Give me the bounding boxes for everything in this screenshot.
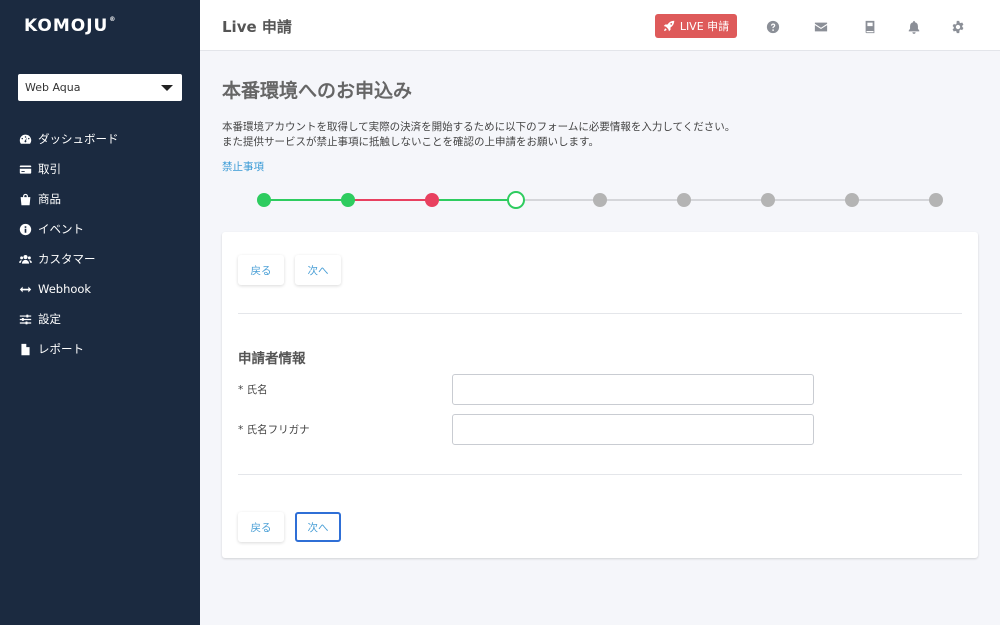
credit-card-icon <box>19 163 32 176</box>
help-icon[interactable] <box>766 19 780 34</box>
sidebar-item-dashboard[interactable]: ダッシュボード <box>0 124 200 154</box>
stepper-step-8 <box>845 193 859 207</box>
form-card: 戻る 次へ 申請者情報 * 氏名 * 氏名フリガナ 戻る 次へ <box>222 232 978 558</box>
sidebar-item-label: ダッシュボード <box>38 132 119 146</box>
sidebar-item-events[interactable]: イベント <box>0 214 200 244</box>
mail-icon[interactable] <box>814 19 828 33</box>
page-description: 本番環境アカウントを取得して実際の決済を開始するために以下のフォームに必要情報を… <box>222 120 735 150</box>
sidebar-item-label: イベント <box>38 222 84 236</box>
sidebar-item-label: レポート <box>38 342 84 356</box>
info-icon <box>19 223 32 236</box>
prohibited-items-link[interactable]: 禁止事項 <box>222 159 264 174</box>
komoju-logo[interactable]: KOMOJU® <box>24 16 116 36</box>
bell-icon[interactable] <box>907 19 921 34</box>
account-select-value: Web Aqua <box>25 81 81 94</box>
page-title: 本番環境へのお申込み <box>222 80 413 102</box>
sidebar: KOMOJU® Web Aqua ダッシュボード 取引 商品 イベント カスタマ… <box>0 0 200 625</box>
live-apply-label: LIVE 申請 <box>679 20 730 33</box>
sidebar-item-label: 取引 <box>38 162 61 176</box>
name-input[interactable] <box>452 374 814 405</box>
section-title: 申請者情報 <box>238 351 306 367</box>
divider-top <box>238 313 962 314</box>
stepper-step-7 <box>761 193 775 207</box>
stepper-line <box>432 199 516 201</box>
next-button-top[interactable]: 次へ <box>295 255 341 285</box>
field-label-name: * 氏名 <box>238 384 268 396</box>
field-label-furigana: * 氏名フリガナ <box>238 424 310 436</box>
furigana-input[interactable] <box>452 414 814 445</box>
back-button-top[interactable]: 戻る <box>238 255 284 285</box>
sidebar-item-label: Webhook <box>38 282 92 296</box>
sidebar-item-label: 商品 <box>38 192 61 206</box>
sidebar-item-transactions[interactable]: 取引 <box>0 154 200 184</box>
sliders-icon <box>19 313 32 326</box>
stepper-line <box>264 199 348 201</box>
sidebar-item-webhook[interactable]: Webhook <box>0 274 200 304</box>
stepper-step-2 <box>341 193 355 207</box>
sidebar-item-products[interactable]: 商品 <box>0 184 200 214</box>
stepper-line <box>684 199 768 201</box>
book-icon[interactable] <box>863 19 877 34</box>
caret-down-icon <box>161 85 173 91</box>
stepper-step-9 <box>929 193 943 207</box>
rocket-icon <box>663 20 675 32</box>
description-line-2: また提供サービスが禁止事項に抵触しないことを確認の上申請をお願いします。 <box>222 136 599 148</box>
header-title: Live 申請 <box>222 18 292 36</box>
sidebar-item-settings[interactable]: 設定 <box>0 304 200 334</box>
stepper-step-4 <box>507 191 525 209</box>
stepper-line <box>768 199 852 201</box>
divider-bottom <box>238 474 962 475</box>
arrows-h-icon <box>19 283 32 296</box>
stepper-line <box>600 199 684 201</box>
sidebar-item-label: 設定 <box>38 312 61 326</box>
stepper-step-6 <box>677 193 691 207</box>
shopping-bag-icon <box>19 193 32 206</box>
sidebar-item-reports[interactable]: レポート <box>0 334 200 364</box>
sidebar-item-label: カスタマー <box>38 252 96 266</box>
sidebar-nav: ダッシュボード 取引 商品 イベント カスタマー Webhook 設定 レポート <box>0 124 200 364</box>
stepper-line <box>516 199 600 201</box>
account-select[interactable]: Web Aqua <box>18 74 182 101</box>
dashboard-icon <box>19 133 32 146</box>
sidebar-item-customers[interactable]: カスタマー <box>0 244 200 274</box>
users-icon <box>19 253 32 266</box>
stepper-line <box>348 199 432 201</box>
gear-icon[interactable] <box>951 19 965 34</box>
file-icon <box>19 343 32 356</box>
stepper-line <box>852 199 936 201</box>
stepper-step-3 <box>425 193 439 207</box>
stepper-step-1 <box>257 193 271 207</box>
description-line-1: 本番環境アカウントを取得して実際の決済を開始するために以下のフォームに必要情報を… <box>222 121 736 133</box>
stepper-step-5 <box>593 193 607 207</box>
back-button-bottom[interactable]: 戻る <box>238 512 284 542</box>
live-apply-button[interactable]: LIVE 申請 <box>655 14 737 38</box>
next-button-bottom[interactable]: 次へ <box>295 512 341 542</box>
top-header: Live 申請 LIVE 申請 <box>200 0 1000 51</box>
